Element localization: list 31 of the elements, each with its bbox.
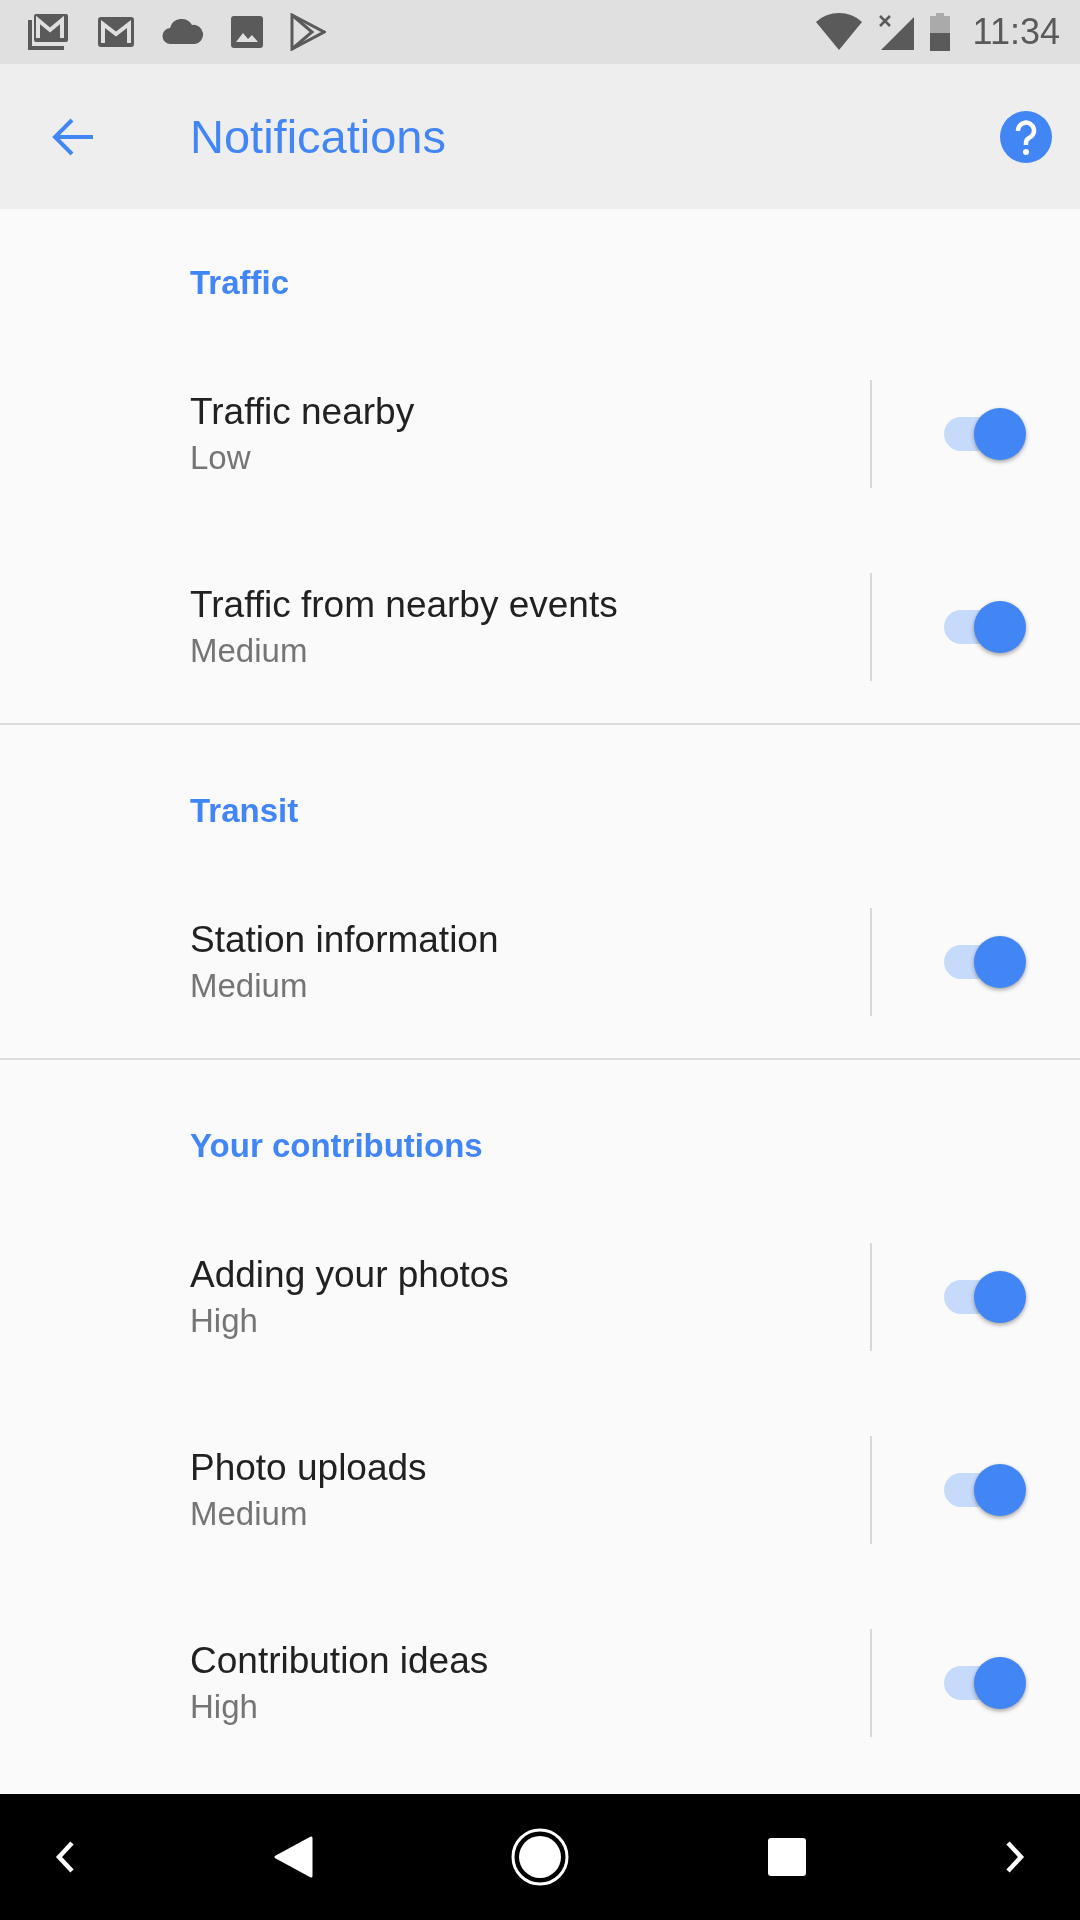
setting-subtitle: Medium: [190, 1494, 309, 1533]
setting-title: Photo uploads: [190, 1446, 428, 1489]
help-icon[interactable]: [1000, 110, 1052, 163]
mail-icon: [96, 15, 136, 49]
setting-subtitle: Low: [190, 438, 252, 477]
cellular-signal-icon: [876, 13, 915, 51]
back-arrow-icon[interactable]: [51, 116, 95, 157]
section-header: Your contributions: [190, 1127, 483, 1164]
play-store-icon: [290, 13, 326, 51]
clock-time: 11:34: [972, 11, 1060, 53]
wifi-icon: [814, 13, 863, 51]
image-icon: [230, 15, 264, 49]
battery-icon: [928, 13, 951, 51]
back-triangle-icon[interactable]: [273, 1835, 313, 1879]
section-header: Traffic: [190, 264, 290, 301]
cloud-icon: [162, 19, 204, 45]
setting-title: Station information: [190, 918, 500, 961]
chevron-left-icon[interactable]: [54, 1840, 76, 1874]
setting-title: Contribution ideas: [190, 1639, 490, 1682]
chevron-right-icon[interactable]: [1004, 1840, 1026, 1874]
setting-subtitle: Medium: [190, 631, 309, 670]
setting-title: Adding your photos: [190, 1253, 510, 1296]
screen-title: Notifications: [190, 109, 447, 164]
recents-square-icon[interactable]: [767, 1837, 807, 1877]
setting-title: Traffic nearby: [190, 390, 416, 433]
setting-subtitle: Medium: [190, 966, 309, 1005]
section-header: Transit: [190, 792, 299, 829]
setting-subtitle: High: [190, 1687, 259, 1726]
setting-subtitle: High: [190, 1301, 259, 1340]
home-circle-icon[interactable]: [510, 1827, 570, 1887]
setting-title: Traffic from nearby events: [190, 583, 619, 626]
